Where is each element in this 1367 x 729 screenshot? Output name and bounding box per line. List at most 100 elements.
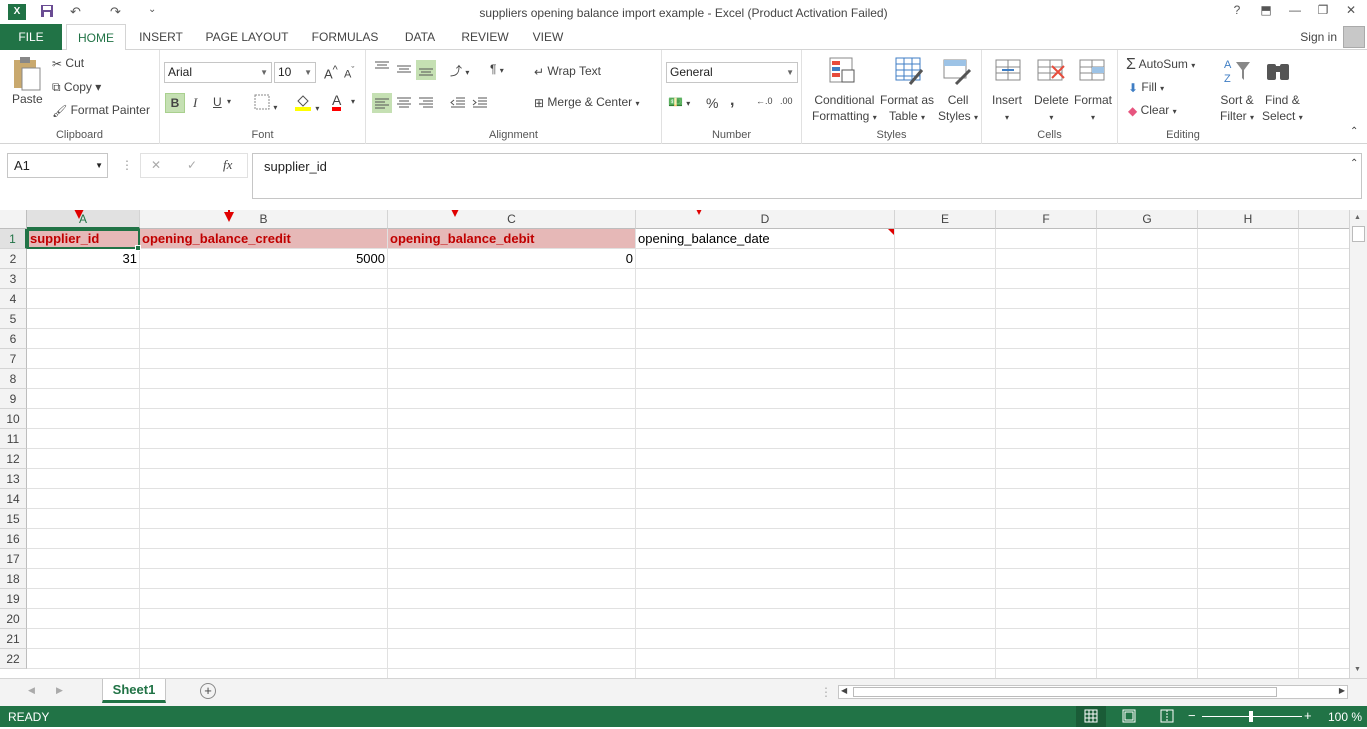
scroll-up-icon[interactable]: ▲ [1354, 214, 1361, 221]
format-as-table-button[interactable]: Format as Table ▾ [880, 92, 934, 126]
borders-icon[interactable]: ▾ [254, 94, 277, 113]
tab-insert[interactable]: INSERT [132, 24, 190, 50]
row-header[interactable]: 8 [0, 369, 27, 389]
row-header[interactable]: 12 [0, 449, 27, 469]
row-header[interactable]: 13 [0, 469, 27, 489]
find-select-button[interactable]: Find & Select ▾ [1262, 92, 1303, 126]
cell-styles-icon[interactable] [942, 56, 972, 89]
font-color-icon[interactable]: A [332, 93, 342, 111]
conditional-formatting-button[interactable]: Conditional Formatting ▾ [812, 92, 877, 126]
middle-align-icon[interactable] [396, 62, 412, 79]
tab-home[interactable]: HOME [66, 24, 126, 51]
zoom-level[interactable]: 100 % [1328, 710, 1362, 724]
cell-b1[interactable]: opening_balance_credit [140, 229, 387, 248]
avatar[interactable] [1343, 26, 1365, 48]
row-header[interactable]: 18 [0, 569, 27, 589]
underline-dropdown-icon[interactable]: ▾ [227, 97, 231, 106]
delete-cells-icon[interactable] [1036, 56, 1066, 89]
zoom-in-button[interactable]: + [1304, 708, 1312, 723]
expand-formula-bar-icon[interactable]: ⌃ [1350, 158, 1358, 169]
help-button[interactable]: ? [1226, 3, 1248, 17]
tab-page-layout[interactable]: PAGE LAYOUT [196, 24, 298, 50]
number-format-select[interactable]: General ▼ [666, 62, 798, 83]
conditional-formatting-icon[interactable] [828, 56, 858, 89]
sort-filter-button[interactable]: Sort & Filter ▾ [1220, 92, 1254, 126]
column-header-h[interactable]: H [1198, 210, 1299, 229]
row-header[interactable]: 5 [0, 309, 27, 329]
comment-indicator-icon[interactable] [888, 229, 894, 235]
sheet-tab-sheet1[interactable]: Sheet1 [102, 679, 166, 703]
sign-in-link[interactable]: Sign in [1300, 30, 1337, 44]
clear-button[interactable]: ◆ Clear ▾ [1128, 103, 1177, 118]
column-header-e[interactable]: E [895, 210, 996, 229]
name-box[interactable]: A1 ▼ [7, 153, 108, 178]
tab-data[interactable]: DATA [394, 24, 446, 50]
zoom-slider-thumb[interactable] [1249, 711, 1253, 722]
scroll-down-icon[interactable]: ▼ [1354, 666, 1361, 673]
cell-a2[interactable]: 31 [28, 249, 139, 268]
ribbon-display-button[interactable]: ⬒ [1255, 3, 1277, 17]
fill-handle[interactable] [135, 245, 141, 251]
align-right-icon[interactable] [418, 96, 434, 113]
normal-view-icon[interactable] [1076, 706, 1106, 727]
row-header[interactable]: 22 [0, 649, 27, 669]
page-layout-view-icon[interactable] [1122, 709, 1136, 726]
font-color-dropdown-icon[interactable]: ▾ [351, 97, 355, 106]
scroll-thumb[interactable] [853, 687, 1277, 697]
row-header[interactable]: 20 [0, 609, 27, 629]
wrap-text-button[interactable]: ↵ Wrap Text [534, 64, 601, 79]
row-header[interactable]: 14 [0, 489, 27, 509]
close-button[interactable]: ✕ [1340, 3, 1362, 17]
horizontal-scrollbar[interactable]: ◀ ▶ [838, 685, 1348, 699]
vertical-scrollbar[interactable]: ▲ ▼ [1349, 210, 1367, 678]
font-name-select[interactable]: Arial ▼ [164, 62, 272, 83]
shrink-font-button[interactable]: Aˇ [344, 65, 354, 81]
row-header[interactable]: 16 [0, 529, 27, 549]
format-cells-icon[interactable] [1078, 56, 1108, 89]
autosum-button[interactable]: Σ AutoSum ▾ [1126, 56, 1195, 74]
row-header[interactable]: 7 [0, 349, 27, 369]
formula-input[interactable]: supplier_id [252, 153, 1362, 199]
select-all-corner[interactable] [0, 210, 27, 229]
row-header[interactable]: 1 [0, 229, 27, 249]
row-header[interactable]: 3 [0, 269, 27, 289]
decrease-decimal-button[interactable]: .00 [780, 96, 793, 106]
merge-center-button[interactable]: ⊞ Merge & Center ▾ [534, 95, 639, 110]
accounting-format-icon[interactable]: 💵 ▾ [668, 95, 690, 109]
zoom-out-button[interactable]: − [1188, 708, 1196, 723]
paragraph-direction-icon[interactable]: ¶ ▾ [490, 62, 504, 76]
scroll-thumb[interactable] [1352, 226, 1365, 242]
row-header[interactable]: 2 [0, 249, 27, 269]
insert-function-icon[interactable]: fx [223, 157, 232, 173]
maximize-button[interactable]: ❐ [1312, 3, 1334, 17]
grow-font-button[interactable]: A^ [324, 64, 338, 81]
row-header[interactable]: 17 [0, 549, 27, 569]
bottom-align-icon[interactable] [416, 60, 436, 80]
sort-filter-icon[interactable]: AZ [1222, 56, 1252, 89]
row-header[interactable]: 11 [0, 429, 27, 449]
format-button[interactable]: Format ▾ [1074, 92, 1112, 126]
row-header[interactable]: 9 [0, 389, 27, 409]
enter-icon[interactable]: ✓ [187, 158, 197, 172]
row-header[interactable]: 6 [0, 329, 27, 349]
minimize-button[interactable]: — [1284, 3, 1306, 17]
bold-button[interactable]: B [165, 93, 185, 113]
collapse-ribbon-icon[interactable]: ⌃ [1350, 126, 1358, 137]
format-as-table-icon[interactable] [894, 56, 924, 89]
prev-sheet-icon[interactable]: ◀ [28, 685, 35, 696]
comma-button[interactable]: , [730, 92, 734, 110]
fill-button[interactable]: ⬇ Fill ▾ [1128, 80, 1164, 95]
row-header[interactable]: 10 [0, 409, 27, 429]
align-center-icon[interactable] [396, 96, 412, 113]
chevron-down-icon[interactable]: ▼ [95, 154, 103, 177]
cell-c2[interactable]: 0 [388, 249, 635, 268]
next-sheet-icon[interactable]: ▶ [56, 685, 63, 696]
add-sheet-button[interactable]: + [200, 683, 216, 699]
insert-cells-icon[interactable] [994, 56, 1024, 89]
row-header[interactable]: 15 [0, 509, 27, 529]
scroll-right-icon[interactable]: ▶ [1339, 686, 1345, 695]
tab-review[interactable]: REVIEW [454, 24, 516, 50]
cancel-icon[interactable]: ✕ [151, 158, 161, 172]
page-break-view-icon[interactable] [1160, 709, 1174, 726]
column-header-b[interactable]: B [140, 210, 388, 229]
